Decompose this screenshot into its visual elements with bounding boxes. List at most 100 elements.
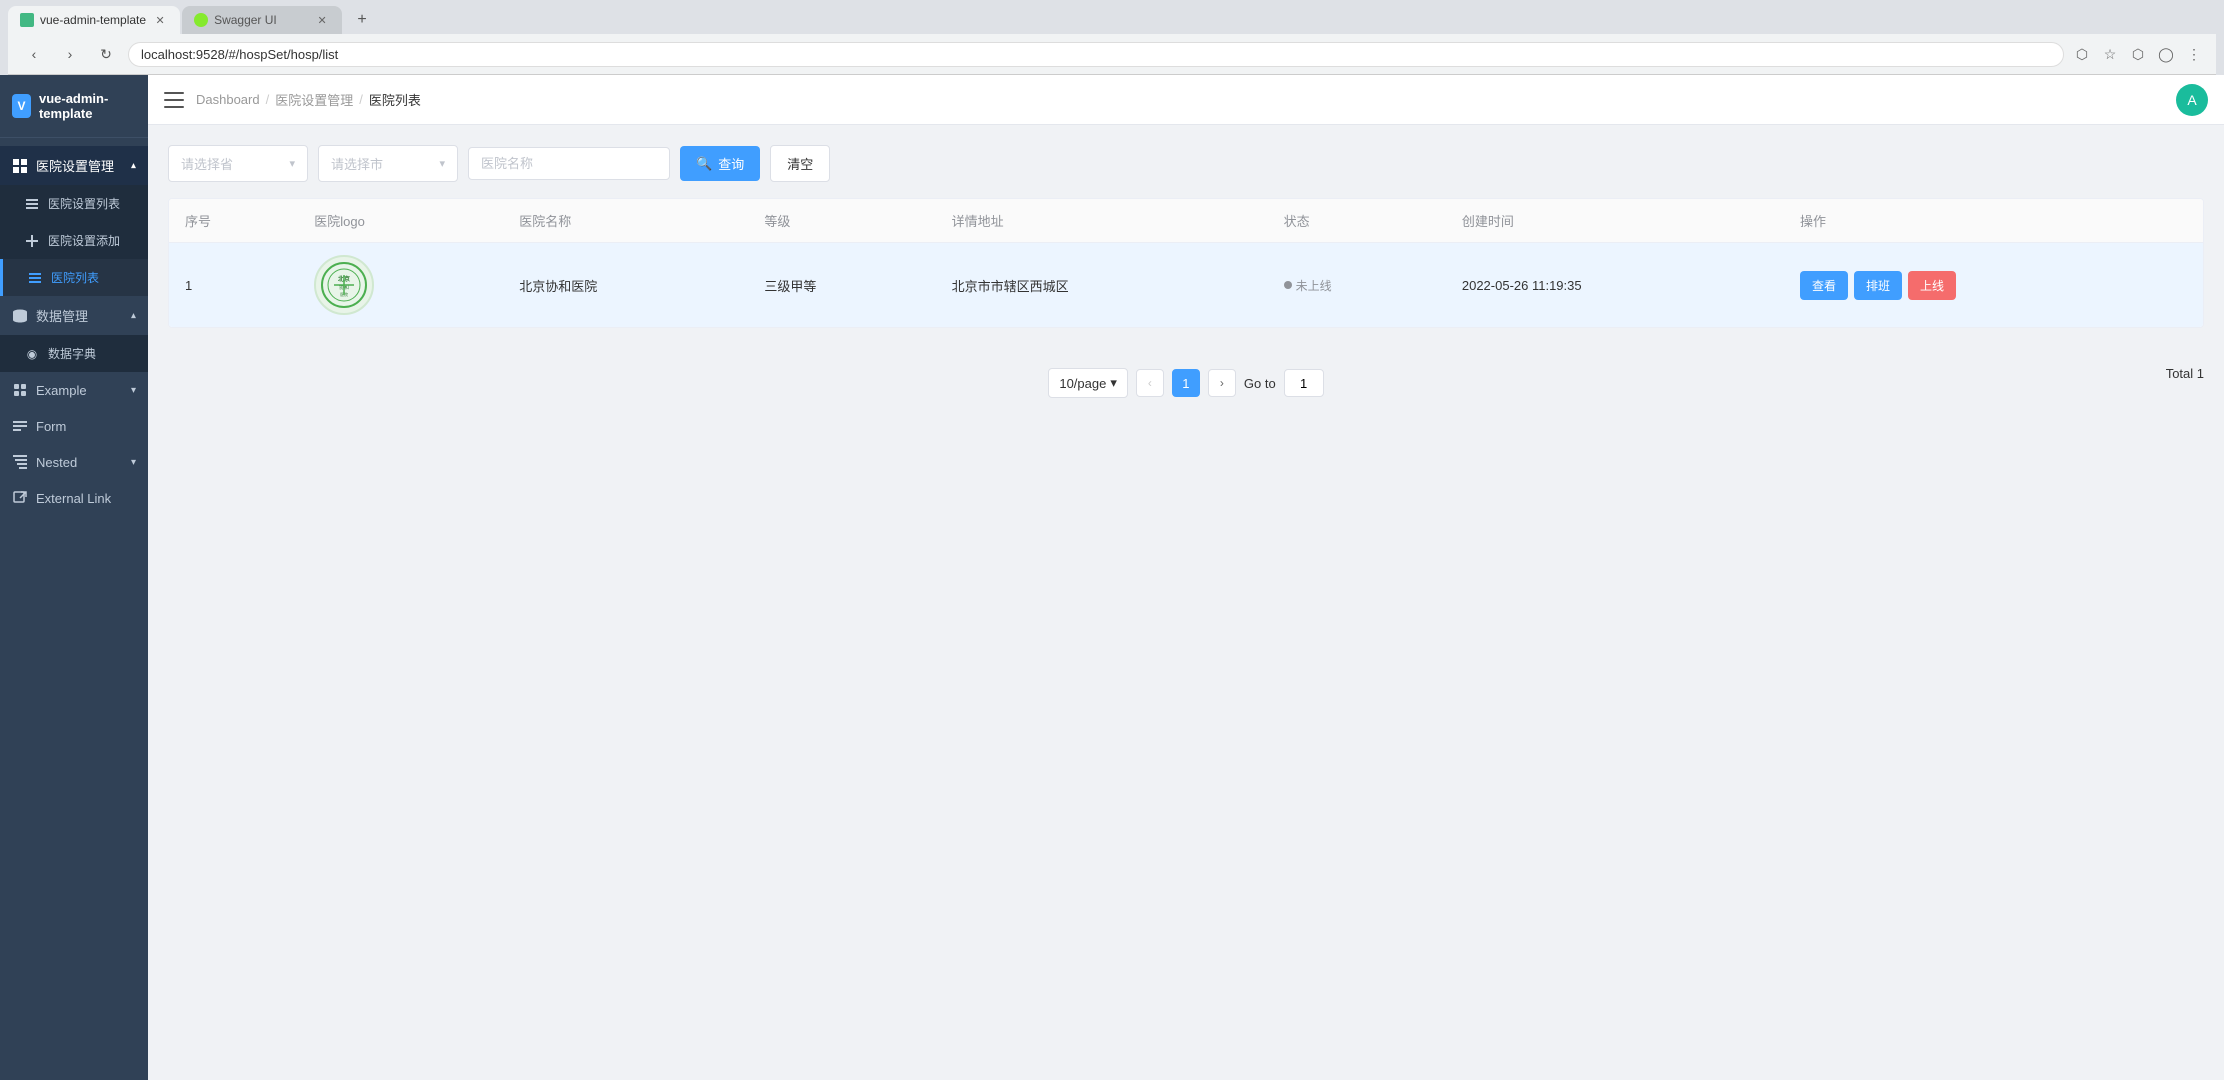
form-label: Form — [36, 419, 66, 434]
sidebar-item-hospital-settings[interactable]: 医院设置管理 ▾ — [0, 146, 148, 185]
extension-icon[interactable]: ⬡ — [2128, 44, 2148, 64]
tab-swagger-close[interactable]: ✕ — [314, 12, 330, 28]
sidebar-item-hospital-settings-add[interactable]: 医院设置添加 — [0, 222, 148, 259]
breadcrumb-current: 医院列表 — [369, 90, 421, 109]
goto-input[interactable] — [1284, 369, 1324, 397]
table-header: 序号 医院logo 医院名称 等级 详情地址 状态 创建时间 操作 — [169, 199, 2203, 243]
cell-address: 北京市市辖区西城区 — [936, 243, 1268, 328]
app-container: V vue-admin-template 医院设置管理 — [0, 75, 2224, 1080]
clear-button[interactable]: 清空 — [770, 145, 830, 182]
profile-icon[interactable]: ◯ — [2156, 44, 2176, 64]
vue-favicon — [20, 13, 34, 27]
hospital-list-label: 医院列表 — [51, 269, 99, 286]
hospital-settings-list-label: 医院设置列表 — [48, 195, 120, 212]
logo-text: vue-admin-template — [39, 91, 136, 121]
data-management-chevron: ▾ — [131, 310, 136, 321]
city-select[interactable]: 请选择市 ▾ — [318, 145, 458, 182]
data-management-submenu: ◉ 数据字典 — [0, 335, 148, 372]
hamburger-button[interactable] — [164, 90, 184, 110]
breadcrumb-dashboard[interactable]: Dashboard — [196, 92, 260, 107]
clear-btn-label: 清空 — [787, 157, 813, 172]
table-container: 序号 医院logo 医院名称 等级 详情地址 状态 创建时间 操作 1 — [168, 198, 2204, 328]
breadcrumb: Dashboard / 医院设置管理 / 医院列表 — [196, 90, 421, 109]
search-icon: 🔍 — [696, 156, 712, 172]
cell-status: 未上线 — [1268, 243, 1446, 328]
status-text: 未上线 — [1296, 277, 1332, 294]
new-tab-button[interactable]: + — [348, 6, 376, 34]
province-select[interactable]: 请选择省 ▾ — [168, 145, 308, 182]
tab-vue-close[interactable]: ✕ — [152, 12, 168, 28]
edit-button[interactable]: 排班 — [1854, 271, 1902, 300]
address-text: localhost:9528/#/hospSet/hosp/list — [141, 47, 338, 62]
chevron-icon: ▾ — [131, 160, 136, 171]
dict-icon: ◉ — [24, 346, 40, 362]
address-bar[interactable]: localhost:9528/#/hospSet/hosp/list — [128, 42, 2064, 67]
breadcrumb-hospital-settings[interactable]: 医院设置管理 — [275, 90, 353, 109]
hospital-logo: 北京 协和 医院 — [314, 255, 374, 315]
forward-button[interactable]: › — [56, 40, 84, 68]
menu-icon[interactable]: ⋮ — [2184, 44, 2204, 64]
col-index: 序号 — [169, 199, 298, 243]
list-icon — [24, 196, 40, 212]
tab-swagger[interactable]: Swagger UI ✕ — [182, 6, 342, 34]
sidebar-item-hospital-list[interactable]: 医院列表 — [0, 259, 148, 296]
page-size-label: 10/page — [1059, 376, 1106, 391]
browser-toolbar-icons: ⬡ ☆ ⬡ ◯ ⋮ — [2072, 44, 2204, 64]
col-actions: 操作 — [1784, 199, 2203, 243]
sidebar-item-data-dictionary[interactable]: ◉ 数据字典 — [0, 335, 148, 372]
back-button[interactable]: ‹ — [20, 40, 48, 68]
hospital-settings-add-label: 医院设置添加 — [48, 232, 120, 249]
view-button[interactable]: 查看 — [1800, 271, 1848, 300]
city-chevron: ▾ — [439, 157, 445, 170]
sidebar-item-hospital-settings-list[interactable]: 医院设置列表 — [0, 185, 148, 222]
breadcrumb-sep-2: / — [359, 92, 363, 107]
col-logo: 医院logo — [298, 199, 503, 243]
example-chevron: ▾ — [131, 385, 136, 396]
search-button[interactable]: 🔍 查询 — [680, 146, 760, 181]
avatar[interactable]: A — [2176, 84, 2208, 116]
sidebar-menu: 医院设置管理 ▾ 医院设置列表 — [0, 138, 148, 1080]
pagination: 10/page ▾ ‹ 1 › Go to — [1048, 368, 1323, 398]
hospital-settings-submenu: 医院设置列表 医院设置添加 — [0, 185, 148, 296]
table-body: 1 北京 协和 医院 — [169, 243, 2203, 328]
hospital-name-input[interactable] — [468, 147, 670, 180]
cast-icon[interactable]: ⬡ — [2072, 44, 2092, 64]
sidebar-item-external-link[interactable]: External Link — [0, 480, 148, 516]
database-icon — [12, 308, 28, 324]
sidebar-logo: V vue-admin-template — [0, 75, 148, 138]
nested-label: Nested — [36, 455, 77, 470]
page-size-select[interactable]: 10/page ▾ — [1048, 368, 1128, 398]
cell-logo: 北京 协和 医院 — [298, 243, 503, 328]
hospital-settings-label: 医院设置管理 — [36, 156, 114, 175]
tab-vue-title: vue-admin-template — [40, 13, 146, 27]
external-link-label: External Link — [36, 491, 111, 506]
sidebar-item-example[interactable]: Example ▾ — [0, 372, 148, 408]
province-placeholder: 请选择省 — [181, 154, 233, 173]
sidebar: V vue-admin-template 医院设置管理 — [0, 75, 148, 1080]
sidebar-item-nested[interactable]: Nested ▾ — [0, 444, 148, 480]
grid-icon — [12, 158, 28, 174]
logo-icon: V — [12, 94, 31, 118]
tab-vue[interactable]: vue-admin-template ✕ — [8, 6, 180, 34]
browser-tabs: vue-admin-template ✕ Swagger UI ✕ + — [8, 6, 2216, 34]
hospital-list-icon — [27, 270, 43, 286]
col-name: 医院名称 — [503, 199, 748, 243]
action-buttons: 查看 排班 上线 — [1800, 271, 2187, 300]
cell-level: 三级甲等 — [748, 243, 935, 328]
star-icon[interactable]: ☆ — [2100, 44, 2120, 64]
cell-created: 2022-05-26 11:19:35 — [1446, 243, 1784, 328]
toggle-status-button[interactable]: 上线 — [1908, 271, 1956, 300]
browser-chrome: vue-admin-template ✕ Swagger UI ✕ + ‹ › … — [0, 0, 2224, 75]
table-row: 1 北京 协和 医院 — [169, 243, 2203, 328]
city-placeholder: 请选择市 — [331, 154, 383, 173]
main-content: Dashboard / 医院设置管理 / 医院列表 A 请选择省 ▾ — [148, 75, 2224, 1080]
col-created: 创建时间 — [1446, 199, 1784, 243]
next-page-button[interactable]: › — [1208, 369, 1236, 397]
refresh-button[interactable]: ↻ — [92, 40, 120, 68]
current-page-button[interactable]: 1 — [1172, 369, 1200, 397]
sidebar-item-data-management[interactable]: 数据管理 ▾ — [0, 296, 148, 335]
col-level: 等级 — [748, 199, 935, 243]
col-address: 详情地址 — [936, 199, 1268, 243]
prev-page-button[interactable]: ‹ — [1136, 369, 1164, 397]
sidebar-item-form[interactable]: Form — [0, 408, 148, 444]
